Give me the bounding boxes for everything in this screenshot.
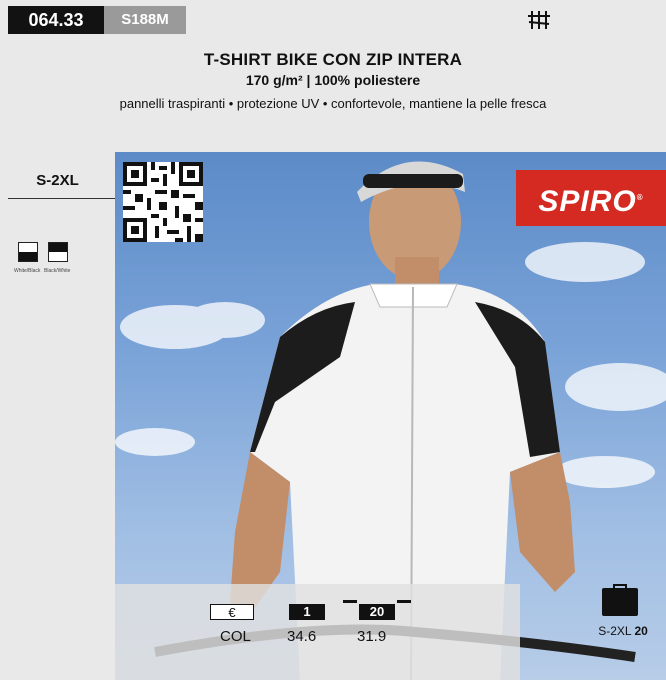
swatch-top xyxy=(49,243,67,252)
currency-box: € xyxy=(210,604,254,620)
product-spec: 170 g/m² | 100% poliestere xyxy=(245,72,421,88)
brand-logo-text: SPIRO xyxy=(538,185,637,218)
price-qty-2: 31.9 xyxy=(357,628,387,645)
product-features: pannelli traspiranti • protezione UV • c… xyxy=(119,96,547,111)
registered-mark: ® xyxy=(636,193,644,202)
brand-logo: SPIRO® xyxy=(516,170,666,226)
swatch-bottom xyxy=(19,252,37,261)
qty-header-1: 1 xyxy=(289,604,325,620)
size-range: S-2XL xyxy=(36,172,79,189)
bracket-right xyxy=(397,600,411,603)
bracket-left xyxy=(343,600,357,603)
color-swatch-black-white xyxy=(48,242,68,262)
swatch-bottom xyxy=(49,252,67,261)
color-name: Black/White xyxy=(44,268,71,274)
divider xyxy=(8,198,115,199)
header: 064.33 S188M T-SHIRT BIKE CON ZIP INTERA… xyxy=(0,0,666,150)
price-qty-1: 34.6 xyxy=(287,628,317,645)
carton-box-icon xyxy=(602,588,638,616)
packaging-info: S-2XL 20 xyxy=(580,584,666,648)
product-title: T-SHIRT BIKE CON ZIP INTERA xyxy=(203,50,463,69)
qr-code[interactable] xyxy=(123,162,203,242)
qty-header-2: 20 xyxy=(359,604,395,620)
color-swatch-white-black xyxy=(18,242,38,262)
price-panel: € 1 20 COL 34.6 31.9 xyxy=(115,584,520,680)
model-code: S188M xyxy=(104,6,186,34)
sidebar: S-2XL White/Black Black/White xyxy=(0,152,115,680)
packaging-qty: 20 xyxy=(634,624,648,638)
swatch-top xyxy=(19,243,37,252)
hanger-icon xyxy=(528,11,550,29)
packaging-text: S-2XL 20 xyxy=(580,624,666,638)
product-code: 064.33 xyxy=(8,6,104,34)
col-label: COL xyxy=(220,628,251,645)
qr-code-pattern xyxy=(123,162,203,242)
color-name: White/Black xyxy=(14,268,41,274)
packaging-sizes: S-2XL xyxy=(598,624,632,638)
